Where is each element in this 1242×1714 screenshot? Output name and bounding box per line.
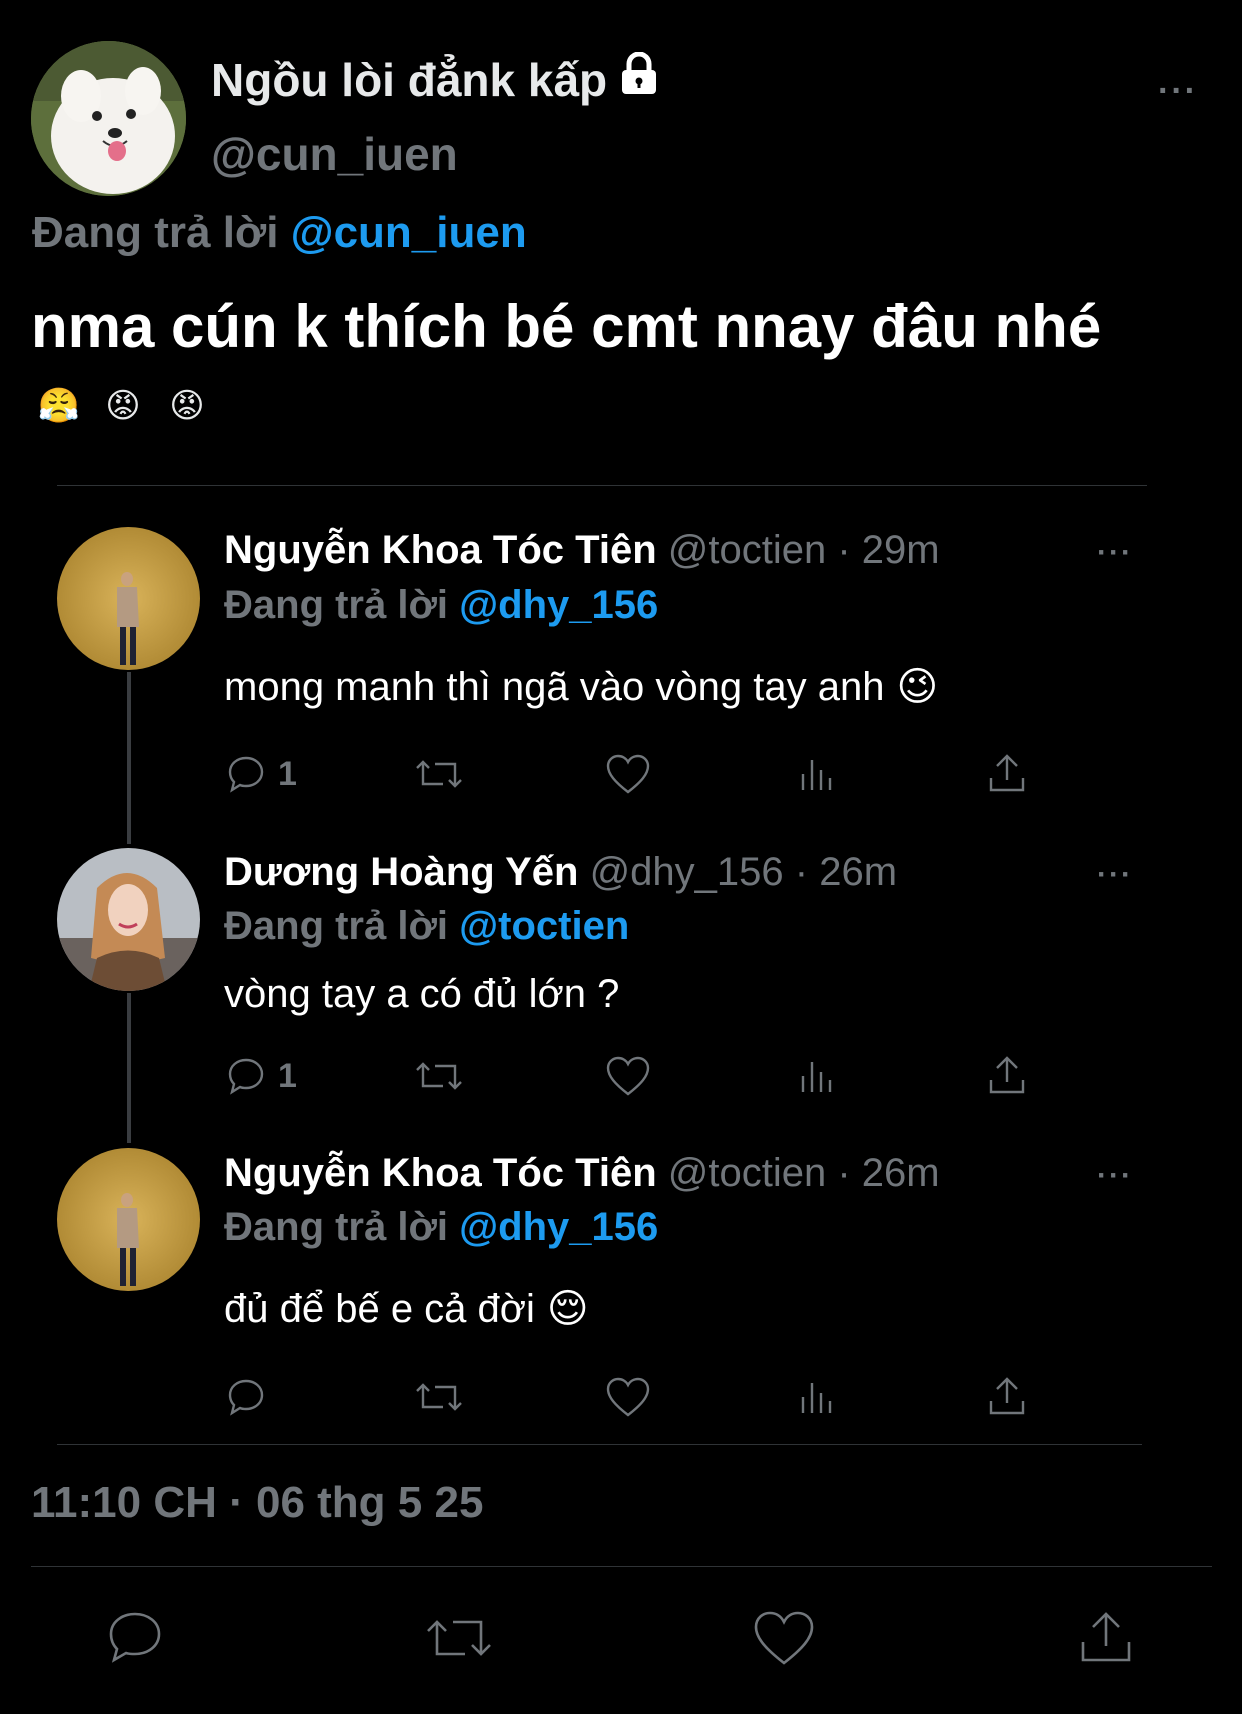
reply-avatar[interactable] xyxy=(57,527,200,670)
main-like-button[interactable] xyxy=(752,1608,816,1673)
reply-text: mong manh thì ngã vào vòng tay anh 😉 xyxy=(224,664,938,710)
reply-replying-label: Đang trả lời xyxy=(224,1205,449,1249)
share-icon xyxy=(989,754,1025,792)
tweet-timestamp[interactable]: 11:10 CH · 06 thg 5 25 xyxy=(31,1478,483,1528)
views-button[interactable] xyxy=(797,1054,837,1098)
share-icon xyxy=(989,1056,1025,1094)
author-handle[interactable]: @cun_iuen xyxy=(211,127,458,181)
thread-connector-line xyxy=(127,672,131,844)
tweet-text: nma cún k thích bé cmt nnay đâu nhé xyxy=(31,293,1102,360)
lock-icon xyxy=(619,51,659,107)
like-button[interactable] xyxy=(605,1375,651,1419)
reply-text-content: đủ để bế e cả đời xyxy=(224,1286,535,1331)
angry-face-emoji: 😡 xyxy=(169,387,205,425)
reply-replying-line: Đang trả lời @dhy_156 xyxy=(224,1205,658,1250)
share-button[interactable] xyxy=(985,1054,1029,1098)
reply-icon xyxy=(109,1612,161,1663)
reply-replying-mention[interactable]: @toctien xyxy=(459,904,629,948)
reply-text: đủ để bế e cả đời 😌 xyxy=(224,1286,589,1332)
reply-author-name[interactable]: Nguyễn Khoa Tóc Tiên xyxy=(224,528,657,572)
retweet-icon xyxy=(427,1620,491,1656)
share-button[interactable] xyxy=(985,752,1029,796)
like-button[interactable] xyxy=(605,1054,651,1098)
replying-label: Đang trả lời xyxy=(32,208,279,257)
reply-more-button[interactable]: ··· xyxy=(1097,1159,1133,1193)
main-share-button[interactable] xyxy=(1076,1608,1136,1673)
reply-author-handle[interactable]: @dhy_156 xyxy=(590,850,784,894)
reply-replying-line: Đang trả lời @dhy_156 xyxy=(224,583,658,628)
reply-header[interactable]: Dương Hoàng Yến @dhy_156 · 26m xyxy=(224,850,897,895)
author-display-name[interactable]: Ngồu lòi đẳnk kấp xyxy=(211,51,659,107)
thread-connector-line xyxy=(127,993,131,1143)
retweet-button[interactable] xyxy=(413,752,465,796)
reply-author-name[interactable]: Nguyễn Khoa Tóc Tiên xyxy=(224,1151,657,1195)
retweet-icon xyxy=(416,760,462,788)
reply-more-button[interactable]: ··· xyxy=(1097,858,1133,892)
reply-replying-label: Đang trả lời xyxy=(224,583,449,627)
main-reply-button[interactable] xyxy=(104,1608,166,1673)
reply-text: vòng tay a có đủ lớn ? xyxy=(224,972,619,1017)
reply-action-button[interactable]: 1 xyxy=(224,1054,297,1098)
reply-header[interactable]: Nguyễn Khoa Tóc Tiên @toctien · 29m xyxy=(224,528,940,573)
reply-time: · 29m xyxy=(837,528,940,572)
reply-icon xyxy=(228,1058,264,1095)
author-name-text: Ngồu lòi đẳnk kấp xyxy=(211,53,608,106)
reply-action-button[interactable] xyxy=(224,1375,278,1419)
reply-time: · 26m xyxy=(794,850,898,894)
replies-divider xyxy=(57,485,1147,486)
reply-replying-line: Đang trả lời @toctien xyxy=(224,904,629,949)
angry-face-emoji: 😡 xyxy=(105,387,141,425)
reply-time: · 26m xyxy=(837,1151,940,1195)
reply-more-button[interactable]: ··· xyxy=(1097,536,1133,570)
replying-to-line: Đang trả lời @cun_iuen xyxy=(32,208,527,258)
reply-author-handle[interactable]: @toctien xyxy=(668,528,826,572)
reply-header[interactable]: Nguyễn Khoa Tóc Tiên @toctien · 26m xyxy=(224,1151,940,1196)
reply-icon xyxy=(228,1379,264,1416)
more-options-button[interactable]: ··· xyxy=(1158,72,1198,111)
reply-avatar[interactable] xyxy=(57,1148,200,1291)
author-avatar[interactable] xyxy=(31,41,186,196)
main-retweet-button[interactable] xyxy=(423,1608,495,1673)
heart-icon xyxy=(606,1056,650,1096)
relieved-face-emoji: 😌 xyxy=(546,1287,589,1331)
share-icon xyxy=(989,1377,1025,1415)
retweet-button[interactable] xyxy=(413,1375,465,1419)
reply-author-name[interactable]: Dương Hoàng Yến xyxy=(224,850,578,894)
tweet-emoji-row: 😤 😡 😡 xyxy=(31,378,215,434)
timestamp-divider xyxy=(31,1566,1212,1567)
reply-count: 1 xyxy=(278,1056,297,1095)
like-button[interactable] xyxy=(605,752,651,796)
views-button[interactable] xyxy=(797,1375,837,1419)
reply-avatar[interactable] xyxy=(57,848,200,991)
reply-icon xyxy=(228,756,264,793)
heart-icon xyxy=(606,1377,650,1417)
reply-count: 1 xyxy=(278,754,297,793)
heart-icon xyxy=(754,1611,814,1665)
share-button[interactable] xyxy=(985,1375,1029,1419)
reply-replying-mention[interactable]: @dhy_156 xyxy=(459,583,658,627)
winking-face-emoji: 😉 xyxy=(896,665,939,709)
reply-text-content: vòng tay a có đủ lớn ? xyxy=(224,972,620,1016)
views-icon xyxy=(801,760,832,790)
retweet-icon xyxy=(416,1383,462,1411)
replies-bottom-divider xyxy=(57,1444,1142,1445)
views-button[interactable] xyxy=(797,752,837,796)
views-icon xyxy=(801,1383,832,1413)
reply-replying-label: Đang trả lời xyxy=(224,904,449,948)
reply-text-content: mong manh thì ngã vào vòng tay anh xyxy=(224,664,885,709)
retweet-button[interactable] xyxy=(413,1054,465,1098)
share-icon xyxy=(1081,1612,1131,1662)
replying-mention-link[interactable]: @cun_iuen xyxy=(291,208,527,257)
reply-action-button[interactable]: 1 xyxy=(224,752,297,796)
reply-author-handle[interactable]: @toctien xyxy=(668,1151,826,1195)
huffing-face-emoji: 😤 xyxy=(37,387,81,425)
reply-replying-mention[interactable]: @dhy_156 xyxy=(459,1205,658,1249)
heart-icon xyxy=(606,754,650,794)
views-icon xyxy=(801,1062,832,1092)
retweet-icon xyxy=(416,1062,462,1090)
